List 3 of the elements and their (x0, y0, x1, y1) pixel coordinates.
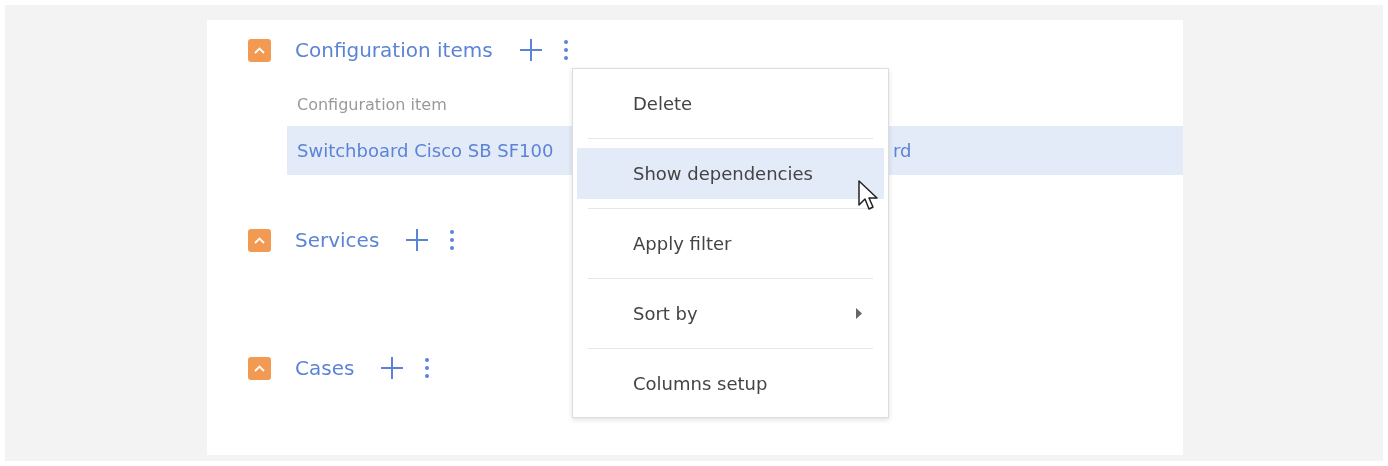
table-cell: rd (893, 140, 912, 161)
table-cell-text: Switchboard Cisco SB SF100 (296, 140, 555, 161)
column-header: Configuration item (297, 93, 447, 116)
